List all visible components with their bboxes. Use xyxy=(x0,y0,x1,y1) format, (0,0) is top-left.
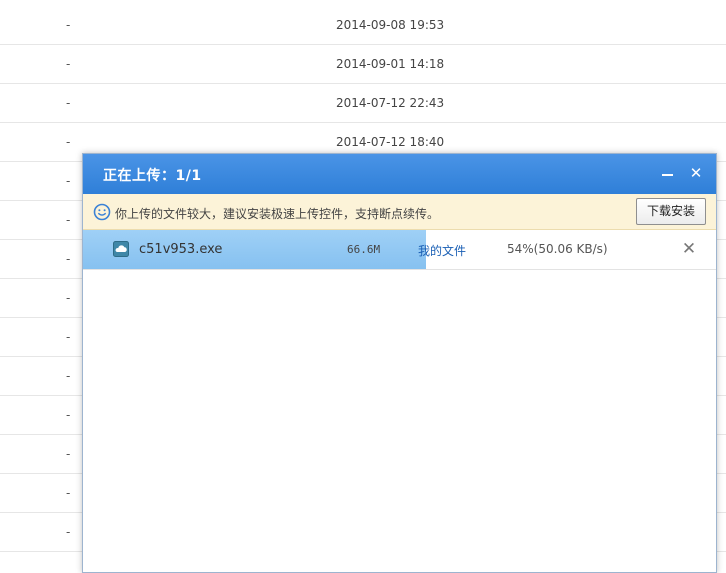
progress-label: 54%(50.06 KB/s) xyxy=(507,242,608,256)
modified-date-cell: 2014-07-12 22:43 xyxy=(336,96,445,110)
table-row[interactable]: - 2014-07-12 22:43 xyxy=(0,84,726,123)
table-row[interactable]: - 2014-09-01 14:18 xyxy=(0,45,726,84)
file-size-cell: - xyxy=(66,96,71,110)
file-size-cell: - xyxy=(66,135,71,149)
file-name: c51v953.exe xyxy=(139,242,223,257)
minimize-icon[interactable] xyxy=(660,166,676,182)
file-size-cell: - xyxy=(66,174,71,188)
file-size-cell: - xyxy=(66,213,71,227)
file-size-cell: - xyxy=(66,291,71,305)
file-size: 66.6M xyxy=(347,243,381,256)
modified-date-cell: 2014-09-01 14:18 xyxy=(336,57,445,71)
file-size-cell: - xyxy=(66,252,71,266)
notice-text: 你上传的文件较大，建议安装极速上传控件，支持断点续传。 xyxy=(115,207,440,221)
file-size-cell: - xyxy=(66,408,71,422)
file-size-cell: - xyxy=(66,57,71,71)
table-row[interactable]: - 2014-09-08 19:53 xyxy=(0,6,726,45)
close-icon[interactable]: ✕ xyxy=(688,165,704,181)
file-size-cell: - xyxy=(66,18,71,32)
install-button[interactable]: 下载安装 xyxy=(636,198,706,225)
upload-dialog: 正在上传：1/1 ✕ 你上传的文件较大，建议安装极速上传控件，支持断点续传。 下… xyxy=(82,153,717,573)
dialog-header[interactable]: 正在上传：1/1 ✕ xyxy=(83,154,716,194)
smile-icon xyxy=(93,203,111,221)
dialog-title: 正在上传：1/1 xyxy=(103,168,202,184)
file-size-cell: - xyxy=(66,447,71,461)
file-size-cell: - xyxy=(66,369,71,383)
file-size-cell: - xyxy=(66,525,71,539)
modified-date-cell: 2014-07-12 18:40 xyxy=(336,135,445,149)
destination-link[interactable]: 我的文件 xyxy=(418,242,466,259)
notice-bar: 你上传的文件较大，建议安装极速上传控件，支持断点续传。 下载安装 xyxy=(83,194,716,230)
upload-row: c51v953.exe 66.6M 我的文件 54%(50.06 KB/s) ✕ xyxy=(83,230,716,270)
modified-date-cell: 2014-09-08 19:53 xyxy=(336,18,445,32)
close-x-icon[interactable]: ✕ xyxy=(680,240,698,258)
file-size-cell: - xyxy=(66,486,71,500)
file-size-cell: - xyxy=(66,330,71,344)
cloud-file-icon xyxy=(113,241,129,257)
